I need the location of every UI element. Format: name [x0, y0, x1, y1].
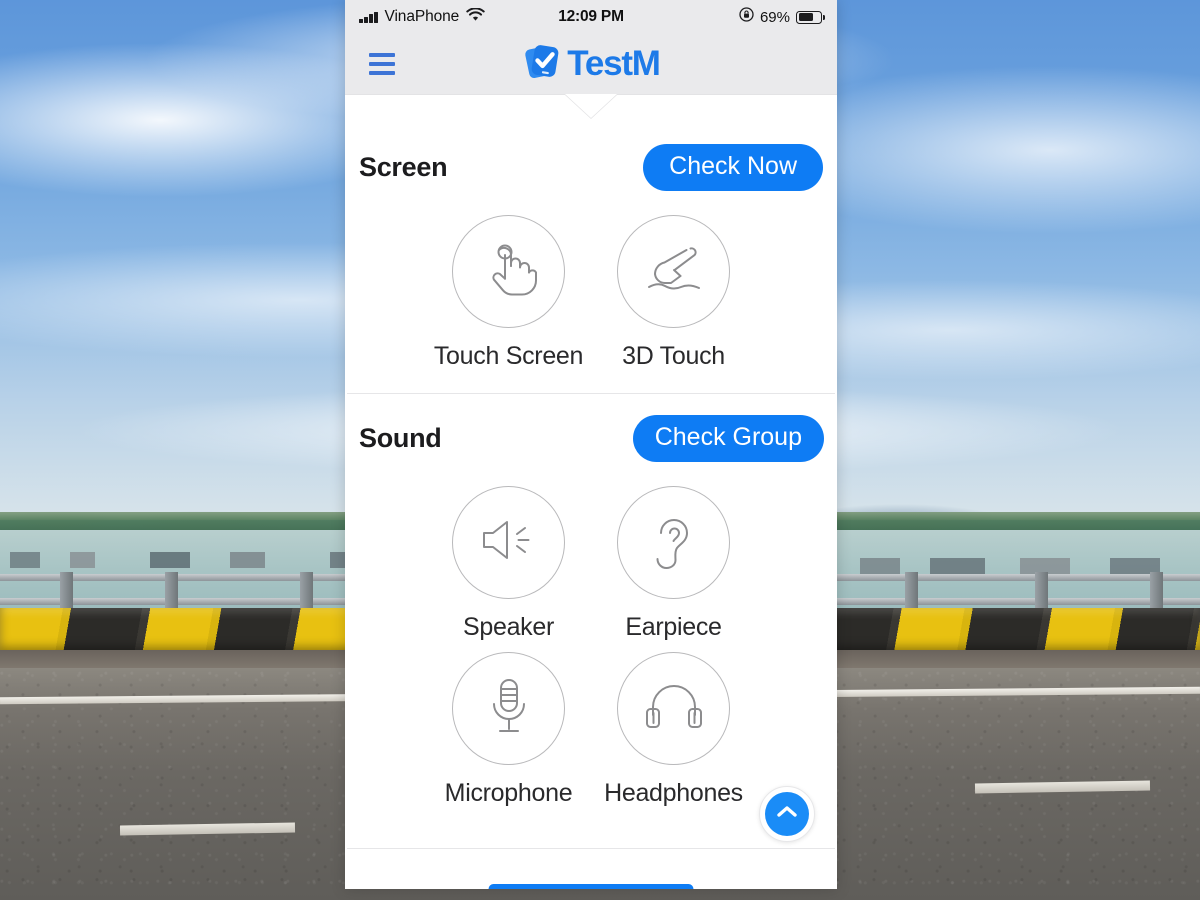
battery-percent-label: 69%: [759, 8, 790, 26]
tile-earpiece[interactable]: Earpiece: [591, 486, 756, 642]
tile-headphones-circle: [617, 652, 730, 765]
tile-headphones-label: Headphones: [604, 779, 743, 807]
battery-icon: [796, 10, 825, 24]
tile-3d-touch-circle: [617, 215, 730, 328]
rotation-lock-icon: [739, 7, 754, 27]
headphones-icon: [644, 680, 704, 737]
section-sound: Sound Check Group Speaker Earpiece Micro…: [345, 393, 837, 830]
status-bar-left: VinaPhone: [359, 6, 485, 27]
scroll-to-top-inner: [765, 792, 809, 836]
microphone-icon: [487, 675, 531, 742]
tile-speaker[interactable]: Speaker: [426, 486, 591, 642]
status-bar-right: 69%: [739, 7, 825, 27]
testm-logo-icon: [522, 41, 564, 88]
pressing-finger-icon: [643, 241, 705, 302]
app-bar: TestM: [345, 34, 837, 94]
tile-touch-screen[interactable]: Touch Screen: [426, 215, 591, 371]
hamburger-menu-icon[interactable]: [369, 53, 395, 75]
tile-touch-screen-circle: [452, 215, 565, 328]
status-bar: VinaPhone 12:09 PM 69%: [345, 0, 837, 34]
bottom-action-button-peek[interactable]: [488, 884, 694, 889]
tile-speaker-circle: [452, 486, 565, 599]
cellular-signal-icon: [359, 11, 378, 23]
section-screen-title: Screen: [359, 152, 448, 182]
tile-microphone[interactable]: Microphone: [426, 652, 591, 808]
tile-3d-touch[interactable]: 3D Touch: [591, 215, 756, 371]
tile-speaker-label: Speaker: [462, 613, 554, 641]
tile-headphones[interactable]: Headphones: [591, 652, 756, 808]
ear-icon: [651, 511, 697, 574]
chevron-up-icon: [775, 803, 799, 826]
tile-3d-touch-label: 3D Touch: [622, 342, 725, 370]
phone-screenshot: VinaPhone 12:09 PM 69% TestM Screen Chec…: [345, 0, 837, 889]
tile-earpiece-circle: [617, 486, 730, 599]
speaker-icon: [479, 514, 539, 571]
tile-microphone-label: Microphone: [444, 779, 573, 807]
carrier-label: VinaPhone: [384, 8, 460, 25]
section-sound-tiles: Speaker Earpiece Microphone Headphones: [345, 462, 837, 818]
bottom-divider: [347, 848, 835, 849]
scroll-to-top-button[interactable]: [759, 786, 815, 842]
tile-touch-screen-label: Touch Screen: [433, 342, 584, 370]
section-sound-header: Sound Check Group: [345, 393, 837, 462]
brand-logo: TestM: [522, 41, 661, 88]
check-now-button[interactable]: Check Now: [643, 144, 823, 191]
notch-triangle: [565, 94, 617, 118]
section-screen-header: Screen Check Now: [345, 122, 837, 191]
section-sound-title: Sound: [359, 423, 442, 453]
touch-hand-icon: [481, 238, 537, 305]
tile-earpiece-label: Earpiece: [625, 613, 722, 641]
section-screen-tiles: Touch Screen 3D Touch: [345, 191, 837, 381]
tile-microphone-circle: [452, 652, 565, 765]
section-notch: [345, 94, 837, 122]
section-screen: Screen Check Now Touch Screen 3D Touch: [345, 122, 837, 393]
wifi-icon: [466, 6, 485, 27]
brand-name-label: TestM: [567, 44, 661, 83]
check-group-button[interactable]: Check Group: [632, 415, 824, 462]
